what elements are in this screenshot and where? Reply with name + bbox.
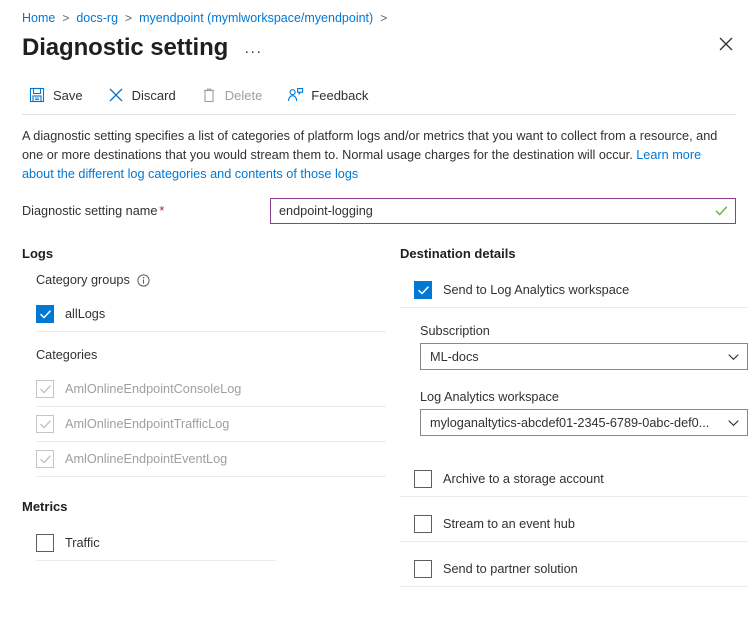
info-icon[interactable] bbox=[137, 274, 150, 287]
category-row-console-log: AmlOnlineEndpointConsoleLog bbox=[36, 372, 386, 406]
subscription-dropdown[interactable]: ML-docs bbox=[420, 343, 748, 370]
subscription-group: Subscription ML-docs bbox=[420, 324, 748, 370]
log-analytics-workspace-label: Log Analytics workspace bbox=[420, 390, 748, 404]
title-row: Diagnostic setting ··· bbox=[0, 26, 754, 62]
send-partner-solution-row[interactable]: Send to partner solution bbox=[414, 552, 748, 586]
category-row-event-log: AmlOnlineEndpointEventLog bbox=[36, 442, 386, 476]
feedback-button-label: Feedback bbox=[311, 88, 368, 103]
logs-metrics-column: Logs Category groups allLogs Categories bbox=[22, 246, 386, 587]
diagnostic-setting-name-input[interactable] bbox=[271, 199, 735, 223]
log-analytics-workspace-value: myloganaltytics-abcdef01-2345-6789-0abc-… bbox=[430, 416, 709, 430]
amlonlineendpointeventlog-label: AmlOnlineEndpointEventLog bbox=[65, 452, 227, 466]
discard-button-label: Discard bbox=[132, 88, 176, 103]
send-to-log-analytics-row[interactable]: Send to Log Analytics workspace bbox=[414, 273, 748, 307]
amlonlineendpointconsolelog-label: AmlOnlineEndpointConsoleLog bbox=[65, 382, 241, 396]
save-button[interactable]: Save bbox=[26, 80, 93, 110]
send-to-log-analytics-label: Send to Log Analytics workspace bbox=[443, 283, 629, 297]
required-marker: * bbox=[159, 204, 164, 218]
breadcrumb-item-home[interactable]: Home bbox=[22, 10, 55, 26]
save-icon bbox=[28, 86, 46, 104]
discard-button[interactable]: Discard bbox=[105, 80, 186, 110]
archive-storage-label: Archive to a storage account bbox=[443, 472, 604, 486]
valid-check-icon bbox=[715, 205, 728, 218]
diagnostic-setting-name-label: Diagnostic setting name* bbox=[22, 204, 270, 218]
category-groups-label-text: Category groups bbox=[36, 273, 130, 287]
diagnostic-setting-name-field[interactable] bbox=[270, 198, 736, 224]
chevron-down-icon bbox=[728, 351, 739, 362]
amlonlineendpointconsolelog-checkbox bbox=[36, 380, 54, 398]
metric-row-traffic[interactable]: Traffic bbox=[36, 526, 386, 560]
chevron-down-icon bbox=[728, 417, 739, 428]
send-partner-solution-label: Send to partner solution bbox=[443, 562, 578, 576]
send-to-log-analytics-checkbox[interactable] bbox=[414, 281, 432, 299]
log-analytics-workspace-group: Log Analytics workspace myloganaltytics-… bbox=[420, 390, 748, 436]
name-label-text: Diagnostic setting name bbox=[22, 204, 157, 218]
breadcrumb-item-endpoint[interactable]: myendpoint (mymlworkspace/myendpoint) bbox=[139, 10, 373, 26]
divider bbox=[400, 586, 748, 587]
close-icon[interactable] bbox=[712, 30, 740, 58]
subscription-value: ML-docs bbox=[430, 350, 479, 364]
stream-event-hub-row[interactable]: Stream to an event hub bbox=[414, 507, 748, 541]
more-options-button[interactable]: ··· bbox=[244, 37, 262, 60]
breadcrumb-item-resource-group[interactable]: docs-rg bbox=[76, 10, 118, 26]
breadcrumb-separator: > bbox=[62, 10, 69, 26]
categories-label-text: Categories bbox=[36, 348, 97, 362]
logs-section-heading: Logs bbox=[22, 246, 386, 261]
settings-body: Logs Category groups allLogs Categories bbox=[0, 224, 754, 587]
stream-event-hub-checkbox[interactable] bbox=[414, 515, 432, 533]
delete-button-label: Delete bbox=[225, 88, 263, 103]
metrics-section-heading: Metrics bbox=[22, 499, 386, 514]
archive-storage-checkbox[interactable] bbox=[414, 470, 432, 488]
archive-storage-row[interactable]: Archive to a storage account bbox=[414, 462, 748, 496]
alllogs-checkbox[interactable] bbox=[36, 305, 54, 323]
destination-details-column: Destination details Send to Log Analytic… bbox=[386, 246, 748, 587]
description-body: A diagnostic setting specifies a list of… bbox=[22, 129, 717, 162]
amlonlineendpointtrafficlog-checkbox bbox=[36, 415, 54, 433]
save-button-label: Save bbox=[53, 88, 83, 103]
breadcrumb-separator: > bbox=[380, 10, 387, 26]
close-x-icon bbox=[107, 86, 125, 104]
send-partner-solution-checkbox[interactable] bbox=[414, 560, 432, 578]
subscription-label: Subscription bbox=[420, 324, 748, 338]
breadcrumb: Home > docs-rg > myendpoint (mymlworkspa… bbox=[0, 0, 754, 26]
categories-label: Categories bbox=[36, 348, 386, 362]
page-title: Diagnostic setting bbox=[22, 34, 228, 62]
traffic-metric-checkbox[interactable] bbox=[36, 534, 54, 552]
destination-details-heading: Destination details bbox=[400, 246, 748, 261]
description-text: A diagnostic setting specifies a list of… bbox=[0, 115, 740, 184]
amlonlineendpointeventlog-checkbox bbox=[36, 450, 54, 468]
trash-icon bbox=[200, 86, 218, 104]
alllogs-label: allLogs bbox=[65, 307, 105, 321]
category-row-traffic-log: AmlOnlineEndpointTrafficLog bbox=[36, 407, 386, 441]
traffic-metric-label: Traffic bbox=[65, 536, 100, 550]
divider bbox=[36, 560, 276, 561]
delete-button: Delete bbox=[198, 80, 273, 110]
amlonlineendpointtrafficlog-label: AmlOnlineEndpointTrafficLog bbox=[65, 417, 229, 431]
category-groups-label: Category groups bbox=[36, 273, 386, 287]
feedback-button[interactable]: Feedback bbox=[284, 80, 378, 110]
category-group-row-alllogs[interactable]: allLogs bbox=[36, 297, 386, 331]
person-feedback-icon bbox=[286, 86, 304, 104]
stream-event-hub-label: Stream to an event hub bbox=[443, 517, 575, 531]
breadcrumb-separator: > bbox=[125, 10, 132, 26]
log-analytics-workspace-dropdown[interactable]: myloganaltytics-abcdef01-2345-6789-0abc-… bbox=[420, 409, 748, 436]
command-bar: Save Discard Delete Feedback bbox=[0, 76, 754, 114]
diagnostic-setting-name-row: Diagnostic setting name* bbox=[0, 184, 754, 224]
